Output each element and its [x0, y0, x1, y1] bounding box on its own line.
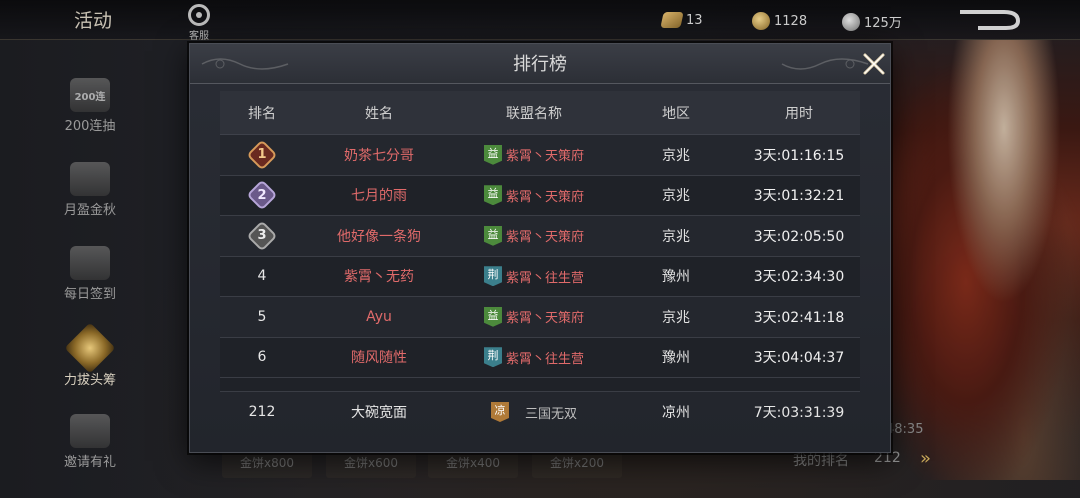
ticket-count: 13 [686, 12, 703, 28]
page-title: 活动 [74, 10, 113, 32]
self-player-name: 大碗宽面 [351, 405, 407, 421]
region: 豫州 [662, 350, 690, 367]
sidebar-item-label: 200连抽 [64, 119, 116, 134]
table-row[interactable]: 1 奶茶七分哥 益 紫霄丶天策府 京兆 3天:01:16:15 [220, 135, 860, 176]
player-name: 他好像一条狗 [337, 228, 421, 245]
self-alliance-name: 三国无双 [524, 406, 577, 422]
region: 豫州 [662, 269, 690, 286]
self-region: 凉州 [662, 405, 690, 421]
silver-coin-icon [842, 12, 860, 31]
table-row[interactable]: 4 紫霄丶无药 荆 紫霄丶往生营 豫州 3天:02:34:30 [220, 257, 860, 297]
alliance-name: 紫霄丶天策府 [505, 311, 584, 327]
region: 京兆 [662, 147, 690, 164]
sidebar-item-invite[interactable]: 邀请有礼 [50, 414, 130, 490]
close-button[interactable] [861, 51, 887, 77]
elapsed-time: 3天:04:04:37 [753, 350, 845, 367]
trophy-icon [64, 322, 116, 374]
sidebar-item-checkin[interactable]: 每日签到 [50, 246, 130, 322]
alliance-banner-icon: 益 [483, 306, 502, 327]
alliance-banner-icon: 荆 [483, 347, 502, 368]
table-row[interactable]: 2 七月的雨 益 紫霄丶天策府 京兆 3天:01:32:21 [220, 176, 860, 216]
player-name: 七月的雨 [351, 188, 407, 205]
ticket-resource: 13 [660, 12, 703, 28]
alliance-banner-icon: 荆 [483, 266, 502, 287]
countdown-timer: 48:35 [886, 422, 924, 437]
region: 京兆 [662, 309, 690, 326]
rank-number: 6 [257, 349, 267, 366]
ticket-icon [660, 12, 684, 28]
table-body: 1 奶茶七分哥 益 紫霄丶天策府 京兆 3天:01:16:15 2 七月的雨 益… [220, 135, 860, 392]
alliance-name: 紫霄丶往生营 [505, 270, 584, 286]
elapsed-time: 3天:01:16:15 [753, 147, 845, 164]
back-button[interactable] [958, 8, 1024, 32]
rank-1-badge-icon: 1 [250, 143, 274, 167]
top-bar: 活动 客服 13 1128 125万 [0, 0, 1080, 42]
sidebar-item-label: 每日签到 [63, 287, 116, 302]
rank-number: 4 [257, 268, 267, 285]
modal-title: 排行榜 [513, 54, 567, 75]
customer-service-button[interactable]: 客服 [182, 4, 216, 42]
table-row[interactable]: 3 他好像一条狗 益 紫霄丶天策府 京兆 3天:02:05:50 [220, 216, 860, 257]
self-rank-number: 212 [248, 404, 276, 420]
column-header-name: 姓名 [365, 105, 393, 122]
moon-festival-icon [70, 162, 110, 196]
column-header-time: 用时 [785, 105, 813, 122]
alliance-banner-icon: 凉 [490, 402, 509, 422]
checkin-icon [70, 246, 110, 280]
silver-resource: 125万 [842, 12, 902, 31]
gold-resource: 1128 [752, 12, 807, 30]
player-name: 随风随性 [351, 350, 407, 367]
rank-number: 5 [257, 308, 267, 325]
back-arrow-icon [960, 10, 1021, 30]
silver-count: 125万 [864, 16, 902, 31]
gold-count: 1128 [774, 13, 808, 29]
alliance-banner-icon: 益 [483, 144, 502, 165]
row-divider [220, 378, 860, 392]
elapsed-time: 3天:02:05:50 [753, 228, 845, 245]
region: 京兆 [662, 188, 690, 205]
alliance-name: 紫霄丶天策府 [505, 189, 584, 205]
sidebar-item-label: 月盈金秋 [63, 203, 116, 218]
table-row[interactable]: 5 Ayu 益 紫霄丶天策府 京兆 3天:02:41:18 [220, 297, 860, 338]
elapsed-time: 3天:02:41:18 [753, 309, 845, 326]
sidebar-item-moon-festival[interactable]: 月盈金秋 [50, 162, 130, 238]
customer-service-label: 客服 [189, 31, 209, 42]
leaderboard-modal: 排行榜 排名 姓名 联盟名称 地区 用时 1 奶茶七分哥 益 紫霄丶天策府 京兆… [189, 43, 891, 453]
rank-3-badge-icon: 3 [250, 224, 274, 248]
table-row[interactable]: 6 随风随性 荆 紫霄丶往生营 豫州 3天:04:04:37 [220, 338, 860, 378]
sidebar-item-gacha[interactable]: 200连 200连抽 [50, 78, 130, 154]
activity-sidebar: 200连 200连抽 月盈金秋 每日签到 力拔头筹 邀请有礼 [50, 70, 130, 490]
gold-coin-icon [752, 12, 770, 30]
chevron-right-icon[interactable]: » [920, 448, 931, 469]
alliance-name: 紫霄丶往生营 [505, 351, 584, 367]
region: 京兆 [662, 228, 690, 245]
column-header-alliance: 联盟名称 [506, 105, 562, 122]
alliance-name: 紫霄丶天策府 [505, 230, 584, 246]
player-name: Ayu [366, 308, 392, 325]
self-elapsed-time: 7天:03:31:39 [753, 405, 845, 421]
alliance-banner-icon: 益 [483, 225, 502, 246]
elapsed-time: 3天:02:34:30 [753, 269, 845, 286]
my-rank-label: 我的排名 [793, 453, 849, 469]
close-icon [863, 53, 885, 75]
elapsed-time: 3天:01:32:21 [753, 188, 845, 205]
alliance-name: 紫霄丶天策府 [505, 149, 584, 165]
alliance-banner-icon: 益 [483, 185, 502, 206]
player-name: 奶茶七分哥 [344, 147, 414, 164]
column-header-rank: 排名 [248, 105, 276, 122]
leaderboard-table: 排名 姓名 联盟名称 地区 用时 1 奶茶七分哥 益 紫霄丶天策府 京兆 3天:… [220, 91, 860, 432]
table-header: 排名 姓名 联盟名称 地区 用时 [220, 91, 860, 135]
headset-icon [188, 4, 210, 26]
player-name: 紫霄丶无药 [344, 269, 414, 286]
self-rank-row: 212 大碗宽面 凉 三国无双 凉州 7天:03:31:39 [220, 392, 860, 432]
column-header-region: 地区 [662, 105, 690, 122]
rank-2-badge-icon: 2 [250, 183, 274, 207]
sidebar-item-label: 邀请有礼 [63, 455, 116, 470]
gift-icon [70, 414, 110, 448]
sidebar-item-trophy[interactable]: 力拔头筹 [50, 322, 130, 406]
gacha-icon: 200连 [70, 78, 110, 112]
modal-header: 排行榜 [190, 44, 890, 84]
warrior-artwork [890, 40, 1080, 480]
